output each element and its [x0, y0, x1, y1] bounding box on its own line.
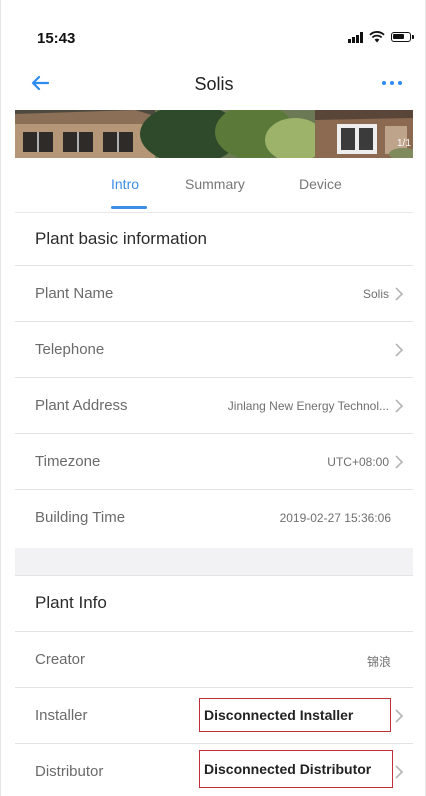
status-time: 15:43 [37, 30, 76, 47]
row-value: 锦浪 [366, 655, 391, 669]
row-label: Building Time [35, 509, 126, 526]
row-label: Plant Address [35, 397, 128, 414]
page-title: Solis [194, 74, 234, 94]
tab-intro[interactable]: Intro [111, 176, 139, 192]
row-timezone[interactable]: Timezone UTC+08:00 [15, 434, 413, 490]
row-plant-address[interactable]: Plant Address Jinlang New Energy Technol… [15, 378, 413, 434]
chevron-right-icon [395, 343, 404, 357]
row-label: Distributor [35, 763, 104, 780]
row-value: UTC+08:00 [327, 455, 389, 469]
installer-value-highlight: Disconnected Installer [199, 698, 391, 732]
section-title: Plant basic information [35, 229, 207, 248]
row-label: Timezone [35, 453, 101, 470]
status-bar: 15:43 [1, 0, 426, 58]
chevron-right-icon [395, 399, 404, 413]
row-value: 2019-02-27 15:36:06 [279, 511, 391, 525]
row-installer[interactable]: Installer Disconnected Installer [15, 688, 413, 744]
row-value: Solis [362, 287, 389, 301]
battery-icon [391, 32, 414, 42]
more-dots-icon [382, 81, 386, 85]
row-value: Jinlang New Energy Technol... [227, 399, 389, 413]
section-header-plant-info: Plant Info [15, 576, 413, 632]
more-button[interactable] [375, 68, 409, 98]
row-distributor[interactable]: Distributor Disconnected Distributor [15, 744, 413, 796]
row-label: Installer [35, 707, 88, 724]
tab-device[interactable]: Device [299, 176, 342, 192]
wifi-icon [369, 31, 385, 43]
signal-icon [348, 31, 363, 43]
chevron-right-icon [395, 765, 404, 779]
row-label: Telephone [35, 341, 105, 358]
row-telephone[interactable]: Telephone [15, 322, 413, 378]
nav-bar: Solis [1, 60, 426, 108]
row-label: Plant Name [35, 285, 114, 302]
chevron-right-icon [395, 709, 404, 723]
chevron-right-icon [395, 287, 404, 301]
row-building-time: Building Time 2019-02-27 15:36:06 [15, 490, 413, 546]
tab-bar: Intro Summary Device [15, 160, 413, 213]
row-plant-name[interactable]: Plant Name Solis [15, 266, 413, 322]
plant-banner-image: 1/1 [15, 110, 413, 158]
active-tab-indicator [111, 206, 147, 209]
row-creator: Creator 锦浪 [15, 632, 413, 688]
distributor-value-highlight: Disconnected Distributor [199, 750, 393, 788]
section-divider [15, 548, 413, 576]
row-label: Creator [35, 651, 86, 668]
chevron-right-icon [395, 455, 404, 469]
section-title: Plant Info [35, 593, 107, 612]
app-screen: 15:43 Solis 1/1 Intro Summary Device Pla… [0, 0, 426, 796]
status-icons [348, 30, 414, 44]
plant-photo: 1/1 [15, 110, 413, 158]
section-header-basic-info: Plant basic information [15, 212, 413, 266]
banner-sign: 1/1 [397, 138, 411, 149]
tab-summary[interactable]: Summary [185, 176, 245, 192]
